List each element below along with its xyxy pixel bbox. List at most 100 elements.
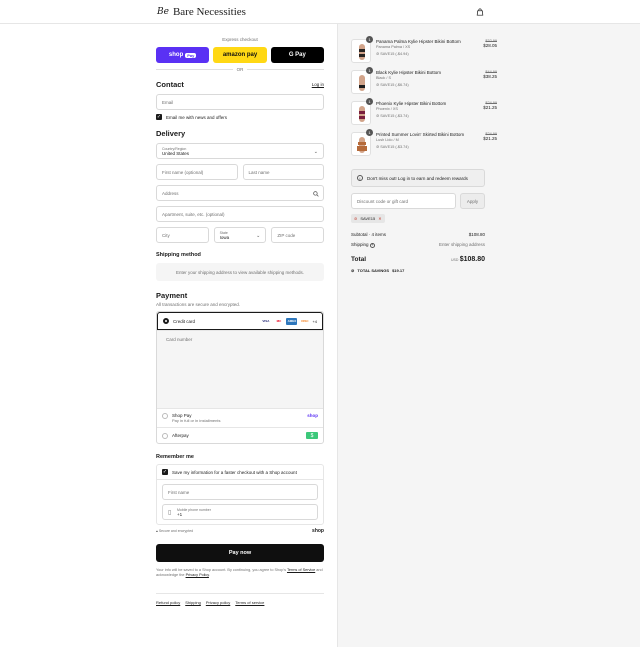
quantity-badge: 1 — [366, 129, 373, 136]
remember-title: Remember me — [156, 454, 194, 460]
item-discount: ⊘ SAVE15 (-$3.74) — [376, 113, 409, 118]
apartment-field[interactable]: Apartment, suite, etc. (optional) — [156, 206, 324, 222]
apartment-placeholder: Apartment, suite, etc. (optional) — [162, 211, 225, 217]
state-value: Iowa — [219, 234, 230, 240]
news-checkbox[interactable]: ✓ — [156, 114, 162, 120]
privacy-policy-link[interactable]: Privacy policy — [206, 600, 230, 605]
google-pay-button[interactable]: G Pay — [270, 47, 324, 63]
credit-card-option[interactable]: Credit card VISA MC AMEX DISC +4 — [157, 312, 323, 330]
item-variant: Lush Lido / M — [376, 138, 399, 142]
news-opt-in[interactable]: ✓ Email me with news and offers — [156, 114, 324, 120]
cart-item: 1 Phoenix Kylie Hipster Bikini Bottom Ph… — [351, 98, 497, 131]
pay-now-button[interactable]: Pay now — [156, 544, 324, 562]
country-select[interactable]: Country/Region United States ⌄ — [156, 143, 324, 159]
shop-pay-radio[interactable] — [162, 413, 168, 419]
delivery-title: Delivery — [156, 129, 186, 138]
afterpay-option[interactable]: Afterpay $ — [157, 427, 323, 443]
shipping-link[interactable]: Shipping — [185, 600, 201, 605]
rewards-notice[interactable]: i Don't miss out! Log in to earn and red… — [351, 169, 485, 187]
legal-suffix: . — [208, 573, 210, 578]
afterpay-radio[interactable] — [162, 432, 168, 439]
shop-pay-button[interactable]: shop Pay — [156, 47, 210, 63]
first-name-field[interactable]: First name (optional) — [156, 164, 238, 180]
discover-icon: DISC — [301, 319, 309, 323]
amazon-pay-logo: amazon pay — [222, 52, 258, 58]
item-name: Panama Palma Kylie Hipster Bikini Bottom — [376, 39, 461, 44]
mastercard-icon: MC — [276, 319, 282, 323]
more-cards-count: +4 — [312, 318, 317, 324]
state-select[interactable]: State Iowa ⌄ — [213, 227, 267, 243]
last-name-placeholder: Last name — [248, 169, 270, 175]
item-discount-text: SAVE15 (-$6.74) — [380, 83, 409, 87]
discount-row: Discount code or gift card Apply — [351, 193, 485, 209]
card-form: Card number — [157, 330, 323, 408]
cart-item: 1 Printed Summer Lovin' Skirted Bikini B… — [351, 129, 497, 162]
city-field[interactable]: City — [156, 227, 209, 243]
shipping-value: Enter shipping address — [438, 242, 485, 247]
email-field[interactable]: Email — [156, 94, 324, 110]
checkout-form: Express checkout shop Pay amazon pay G P… — [156, 24, 325, 605]
contact-header: Contact Log in — [156, 80, 324, 89]
shop-pay-badge: Pay — [185, 52, 197, 58]
help-icon[interactable]: ? — [369, 242, 375, 248]
zip-field[interactable]: ZIP code — [271, 227, 325, 243]
total-value: $108.80 — [459, 256, 485, 263]
subtotal-row: Subtotal · 4 items $108.80 — [351, 232, 485, 237]
chevron-down-icon: ⌄ — [313, 149, 318, 155]
legal-text: Your info will be saved to a Shop accoun… — [156, 568, 324, 579]
login-link[interactable]: Log in — [312, 82, 324, 87]
terms-link[interactable]: Terms of Service — [287, 568, 315, 572]
item-new-price: $38.25 — [483, 74, 497, 79]
email-placeholder: Email — [162, 99, 174, 105]
secure-row: 🔒︎ Secure and encrypted shop — [156, 528, 324, 534]
footer-links: Refund policy Shipping Privacy policy Te… — [156, 592, 324, 605]
search-icon — [313, 191, 319, 197]
secure-label: Secure and encrypted — [158, 529, 194, 533]
discount-code-field[interactable]: Discount code or gift card — [351, 193, 456, 209]
cart-item: 1 Panama Palma Kylie Hipster Bikini Bott… — [351, 36, 497, 69]
quantity-badge: 1 — [366, 67, 373, 74]
refund-policy-link[interactable]: Refund policy — [156, 600, 180, 605]
visa-icon: VISA — [262, 319, 270, 323]
item-new-price: $21.25 — [483, 105, 497, 110]
remember-first-name-field[interactable]: First name — [162, 484, 318, 500]
secure-text: 🔒︎ Secure and encrypted — [156, 529, 193, 533]
brand-logo[interactable]: Be Bare Necessities — [157, 6, 246, 18]
afterpay-label: Afterpay — [172, 433, 189, 438]
remember-box: ✓ Save my information for a faster check… — [156, 464, 324, 525]
contact-title: Contact — [156, 80, 184, 89]
first-name-placeholder: First name (optional) — [162, 169, 204, 175]
save-info-row[interactable]: ✓ Save my information for a faster check… — [157, 465, 323, 480]
terms-of-service-link[interactable]: Terms of service — [235, 600, 264, 605]
save-info-checkbox[interactable]: ✓ — [162, 469, 168, 475]
order-summary: 1 Panama Palma Kylie Hipster Bikini Bott… — [337, 24, 640, 647]
subtotal-label: Subtotal · 4 items — [351, 232, 387, 237]
close-icon[interactable]: ✕ — [378, 216, 381, 221]
address-placeholder: Address — [162, 190, 179, 196]
shop-pay-option[interactable]: Shop Pay Pay in full or in installments … — [157, 408, 323, 427]
or-divider: OR — [156, 67, 324, 72]
amazon-pay-button[interactable]: amazon pay — [213, 47, 267, 63]
item-price: $44.99 $38.25 — [467, 70, 497, 79]
cart-item: 1 Black Kylie Hipster Bikini Bottom Blac… — [351, 67, 497, 100]
shop-pay-logo: shop — [168, 52, 184, 58]
tag-icon: ⊘ — [354, 216, 358, 221]
phone-field[interactable]: ▯ Mobile phone number +1 — [162, 504, 318, 520]
credit-card-radio[interactable] — [163, 318, 169, 324]
apply-button[interactable]: Apply — [460, 193, 485, 209]
address-field[interactable]: Address — [156, 185, 324, 201]
payment-title: Payment — [156, 291, 188, 300]
shipping-row: Shipping ? Enter shipping address — [351, 242, 485, 248]
remember-fields: First name ▯ Mobile phone number +1 — [157, 480, 323, 524]
last-name-field[interactable]: Last name — [242, 164, 324, 180]
item-price: $24.99 $21.25 — [467, 101, 497, 110]
privacy-link[interactable]: Privacy Policy — [186, 573, 209, 577]
shopping-bag-icon[interactable] — [476, 8, 484, 16]
remember-first-name-placeholder: First name — [168, 489, 190, 495]
express-checkout-title: Express checkout — [222, 37, 258, 42]
total-label: Total — [351, 256, 367, 263]
item-discount: ⊘ SAVE15 (-$6.74) — [376, 82, 409, 87]
card-number-field[interactable]: Card number — [166, 337, 192, 342]
info-icon: i — [357, 175, 363, 181]
item-discount: ⊘ SAVE15 (-$3.74) — [376, 144, 409, 149]
